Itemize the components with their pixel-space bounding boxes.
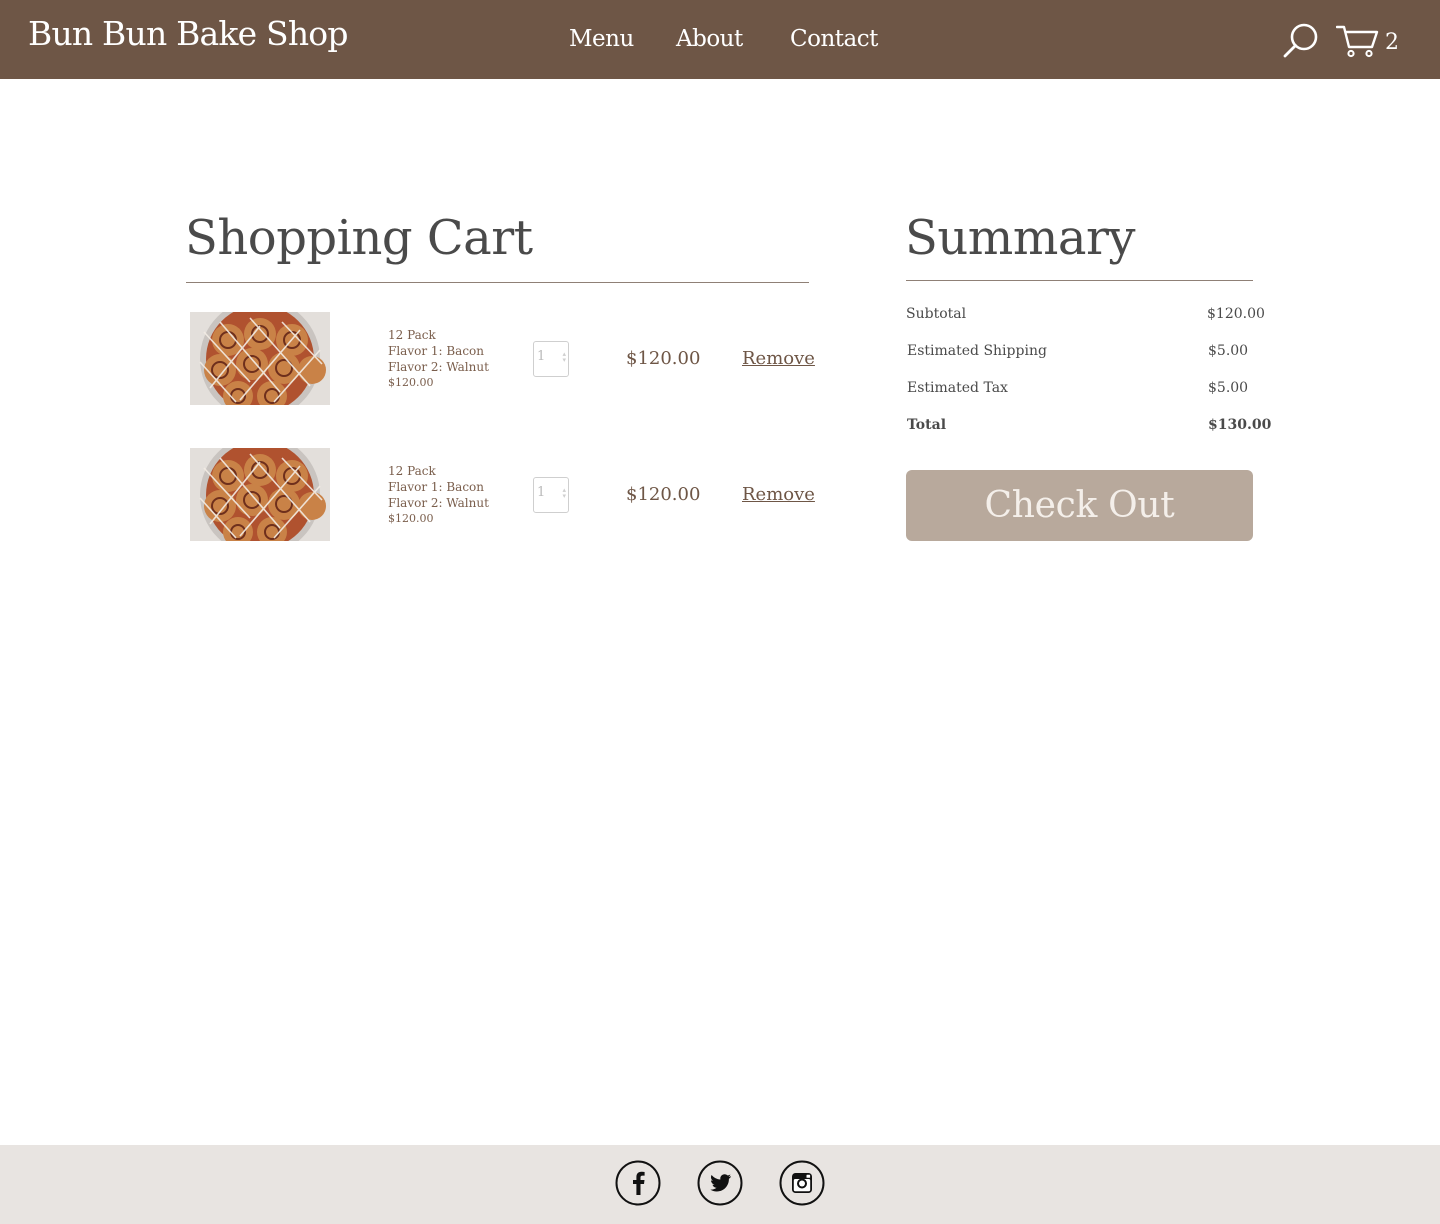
quantity-input[interactable]: 1 ▴ ▾ xyxy=(533,341,569,377)
item-line-total: $120.00 xyxy=(626,348,701,369)
nav-about-link[interactable]: About xyxy=(676,26,743,52)
quantity-value: 1 xyxy=(537,349,546,364)
quantity-stepper-icon[interactable]: ▴ ▾ xyxy=(562,351,566,364)
instagram-icon[interactable] xyxy=(779,1160,825,1206)
item-flavor-1: Flavor 1: Bacon xyxy=(388,344,485,358)
cart-icon[interactable] xyxy=(1336,24,1380,58)
item-details: 12 Pack Flavor 1: Bacon Flavor 2: Walnut… xyxy=(388,327,489,391)
site-footer xyxy=(0,1145,1440,1224)
cart-item: 12 Pack Flavor 1: Bacon Flavor 2: Walnut… xyxy=(186,311,815,407)
twitter-icon[interactable] xyxy=(697,1160,743,1206)
shopping-cart-heading: Shopping Cart xyxy=(185,210,533,266)
item-pack: 12 Pack xyxy=(388,328,436,342)
subtotal-value: $120.00 xyxy=(1207,306,1265,322)
subtotal-label: Subtotal xyxy=(906,306,967,322)
quantity-input[interactable]: 1 ▴ ▾ xyxy=(533,477,569,513)
remove-item-link[interactable]: Remove xyxy=(742,348,815,369)
shipping-value: $5.00 xyxy=(1208,343,1249,359)
product-image xyxy=(190,312,330,405)
item-flavor-2: Flavor 2: Walnut xyxy=(388,360,489,374)
nav-menu-link[interactable]: Menu xyxy=(569,26,634,52)
shipping-label: Estimated Shipping xyxy=(907,343,1047,359)
summary-heading: Summary xyxy=(905,210,1136,266)
cart-item: 12 Pack Flavor 1: Bacon Flavor 2: Walnut… xyxy=(186,447,815,543)
tax-value: $5.00 xyxy=(1208,380,1249,396)
summary-divider xyxy=(906,280,1253,281)
item-pack: 12 Pack xyxy=(388,464,436,478)
item-unit-price: $120.00 xyxy=(388,512,434,525)
total-value: $130.00 xyxy=(1208,417,1272,433)
item-flavor-2: Flavor 2: Walnut xyxy=(388,496,489,510)
quantity-stepper-icon[interactable]: ▴ ▾ xyxy=(562,487,566,500)
product-image xyxy=(190,448,330,541)
item-flavor-1: Flavor 1: Bacon xyxy=(388,480,485,494)
checkout-button[interactable]: Check Out xyxy=(906,470,1253,541)
quantity-value: 1 xyxy=(537,485,546,500)
nav-contact-link[interactable]: Contact xyxy=(790,26,878,52)
facebook-icon[interactable] xyxy=(615,1160,661,1206)
item-details: 12 Pack Flavor 1: Bacon Flavor 2: Walnut… xyxy=(388,463,489,527)
total-label: Total xyxy=(907,417,947,433)
cart-count-badge[interactable]: 2 xyxy=(1385,30,1399,55)
brand-logo[interactable]: Bun Bun Bake Shop xyxy=(28,14,348,53)
search-icon[interactable] xyxy=(1282,22,1320,60)
site-header: Bun Bun Bake Shop Menu About Contact 2 xyxy=(0,0,1440,79)
remove-item-link[interactable]: Remove xyxy=(742,484,815,505)
item-line-total: $120.00 xyxy=(626,484,701,505)
cart-divider xyxy=(186,282,809,283)
item-unit-price: $120.00 xyxy=(388,376,434,389)
tax-label: Estimated Tax xyxy=(907,380,1008,396)
